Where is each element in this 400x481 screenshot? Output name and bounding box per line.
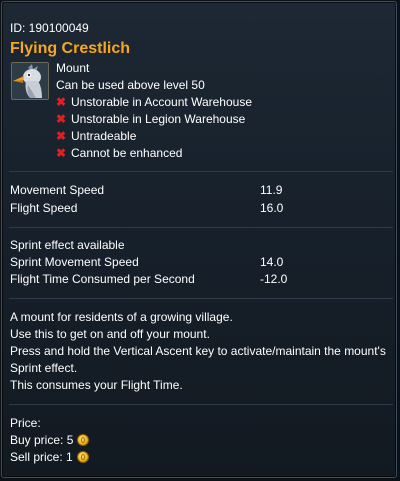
item-id: ID: 190100049 — [10, 21, 89, 35]
movement-speed-label: Movement Speed — [10, 183, 105, 197]
restriction-label: Untradeable — [71, 129, 137, 143]
restriction-legion-warehouse: ✖ Unstorable in Legion Warehouse — [56, 112, 245, 126]
gold-coin-icon — [76, 451, 89, 463]
flying-crestlich-mount-icon — [11, 62, 49, 100]
restriction-label: Unstorable in Legion Warehouse — [71, 112, 246, 126]
movement-speed-value: 11.9 — [260, 183, 283, 197]
restriction-label: Cannot be enhanced — [71, 146, 183, 160]
item-type: Mount — [56, 61, 90, 75]
red-x-icon: ✖ — [56, 112, 67, 126]
restriction-label: Unstorable in Account Warehouse — [71, 95, 252, 109]
item-tooltip: ID: 190100049 Flying Crestlich Mount Can… — [1, 1, 397, 478]
flight-time-consumed-value: -12.0 — [260, 272, 288, 286]
level-requirement: Can be used above level 50 — [56, 78, 205, 92]
gold-coin-icon — [77, 434, 90, 446]
section-divider — [9, 171, 393, 172]
description-line: Use this to get on and off your mount. — [10, 327, 210, 341]
section-divider — [9, 227, 393, 228]
section-divider — [9, 404, 393, 405]
flight-speed-label: Flight Speed — [10, 201, 78, 215]
section-divider — [9, 298, 393, 299]
description-line: Sprint effect. — [10, 361, 78, 375]
price-title: Price: — [10, 416, 41, 430]
flight-speed-value: 16.0 — [260, 201, 284, 215]
sprint-available: Sprint effect available — [10, 238, 125, 252]
red-x-icon: ✖ — [56, 95, 67, 109]
red-x-icon: ✖ — [56, 129, 67, 143]
restriction-untradeable: ✖ Untradeable — [56, 129, 136, 143]
flight-time-consumed-label: Flight Time Consumed per Second — [10, 272, 195, 286]
sprint-movement-label: Sprint Movement Speed — [10, 255, 139, 269]
description-line: This consumes your Flight Time. — [10, 378, 183, 392]
buy-price: Buy price: 5 — [10, 433, 90, 447]
restriction-account-warehouse: ✖ Unstorable in Account Warehouse — [56, 95, 252, 109]
restriction-enhance: ✖ Cannot be enhanced — [56, 146, 182, 160]
sell-price-label: Sell price: 1 — [10, 450, 73, 464]
buy-price-label: Buy price: 5 — [10, 433, 74, 447]
description-line: A mount for residents of a growing villa… — [10, 310, 233, 324]
item-name: Flying Crestlich — [10, 40, 131, 57]
description-line: Press and hold the Vertical Ascent key t… — [10, 344, 386, 358]
sprint-movement-value: 14.0 — [260, 255, 284, 269]
red-x-icon: ✖ — [56, 146, 67, 160]
sell-price: Sell price: 1 — [10, 450, 89, 464]
